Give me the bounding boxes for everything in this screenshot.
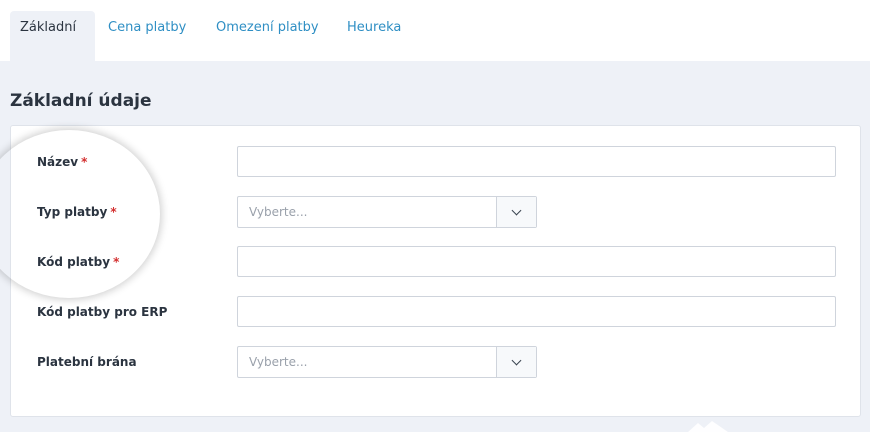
tab-zakladni[interactable]: Základní bbox=[10, 11, 95, 61]
tab-cena-platby[interactable]: Cena platby bbox=[108, 11, 186, 61]
field-label-text: Kód platby pro ERP bbox=[37, 305, 168, 319]
form-row-kod-platby: Kód platby * bbox=[11, 246, 860, 278]
select-placeholder: Vyberte... bbox=[249, 205, 308, 219]
mountain-decoration-icon bbox=[688, 421, 728, 432]
required-mark: * bbox=[110, 205, 117, 219]
select-placeholder: Vyberte... bbox=[249, 355, 308, 369]
chevron-down-icon bbox=[511, 355, 522, 366]
form-row-kod-platby-erp: Kód platby pro ERP bbox=[11, 296, 860, 328]
nazev-input[interactable] bbox=[237, 146, 836, 177]
tab-omezeni-platby[interactable]: Omezení platby bbox=[216, 11, 319, 61]
field-label-text: Název bbox=[37, 155, 79, 169]
field-label: Název * bbox=[37, 146, 87, 178]
select-toggle-button[interactable] bbox=[496, 347, 536, 377]
platebni-brana-select[interactable]: Vyberte... bbox=[237, 346, 537, 378]
field-label: Typ platby * bbox=[37, 196, 117, 228]
tab-bar: Základní Cena platby Omezení platby Heur… bbox=[0, 0, 870, 61]
form-row-platebni-brana: Platební brána Vyberte... bbox=[11, 346, 860, 378]
required-mark: * bbox=[113, 255, 120, 269]
form-card: Název * Typ platby * Vyberte... Kód platby… bbox=[10, 125, 861, 417]
field-label-text: Kód platby bbox=[37, 255, 111, 269]
form-row-nazev: Název * bbox=[11, 146, 860, 178]
select-toggle-button[interactable] bbox=[496, 197, 536, 227]
kod-platby-erp-input[interactable] bbox=[237, 296, 836, 327]
field-label-text: Typ platby bbox=[37, 205, 108, 219]
typ-platby-select[interactable]: Vyberte... bbox=[237, 196, 537, 228]
field-label: Kód platby pro ERP bbox=[37, 296, 167, 328]
kod-platby-input[interactable] bbox=[237, 246, 836, 277]
field-label-text: Platební brána bbox=[37, 355, 137, 369]
field-label: Kód platby * bbox=[37, 246, 119, 278]
field-label: Platební brána bbox=[37, 346, 137, 378]
form-row-typ-platby: Typ platby * Vyberte... bbox=[11, 196, 860, 228]
required-mark: * bbox=[81, 155, 88, 169]
tab-heureka[interactable]: Heureka bbox=[347, 11, 401, 61]
chevron-down-icon bbox=[511, 205, 522, 216]
section-title: Základní údaje bbox=[10, 91, 152, 111]
